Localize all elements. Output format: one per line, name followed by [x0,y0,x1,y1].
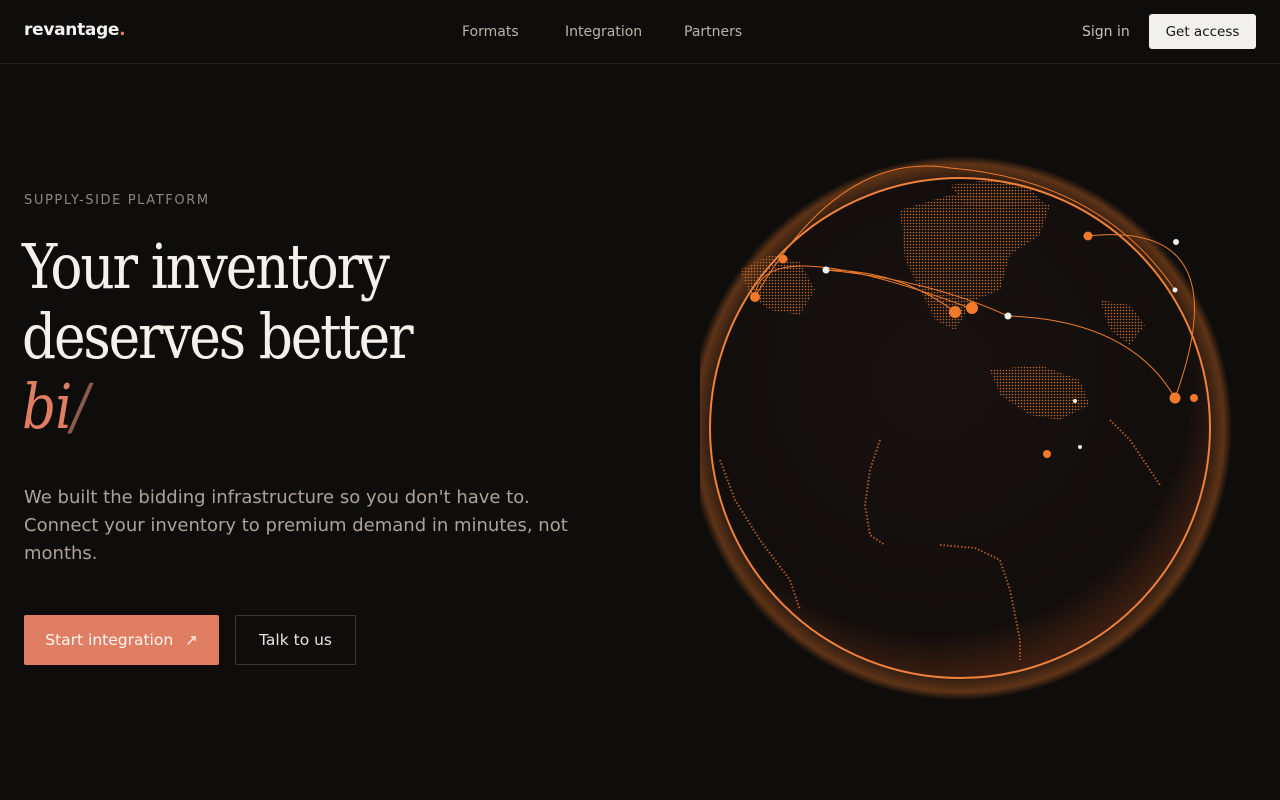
headline-line-2: deserves better [22,300,414,373]
arrow-up-right-icon: ↗ [185,631,198,649]
node-orange [966,302,978,314]
nav-link-partners[interactable]: Partners [684,24,742,40]
typing-caret: / [71,370,89,443]
start-integration-button[interactable]: Start integration ↗ [24,615,219,665]
node-orange [1169,392,1181,404]
headline-line-3: bi/ [22,372,411,442]
brand-logo[interactable]: revantage. [24,20,126,40]
typed-word: bi [22,370,72,443]
node-white [1172,287,1178,293]
node-orange [1043,450,1051,458]
sign-in-link[interactable]: Sign in [1082,24,1130,40]
node-orange [778,254,788,264]
node-orange [1083,231,1093,241]
brand-name: revantage [24,20,120,40]
globe-illustration [700,156,1232,700]
node-white [1078,445,1082,449]
node-white [1173,239,1179,245]
hero-headline: Your inventory deserves better bi/ [22,230,414,442]
node-orange [750,292,760,302]
talk-to-us-button[interactable]: Talk to us [235,615,356,665]
brand-dot: . [119,20,126,40]
nav-link-formats[interactable]: Formats [462,24,519,40]
node-orange [1190,394,1198,402]
get-access-button[interactable]: Get access [1149,14,1256,49]
start-integration-label: Start integration [45,631,174,649]
node-white [1073,399,1077,403]
node-white [822,266,830,274]
nav-link-integration[interactable]: Integration [565,24,642,40]
node-white [1004,312,1012,320]
headline-line-1: Your inventory [22,230,390,303]
page: revantage. Formats Integration Partners … [0,0,1280,800]
hero-subtext: We built the bidding infrastructure so y… [24,487,568,564]
hero-eyebrow: SUPPLY-SIDE PLATFORM [24,193,210,208]
node-orange [949,306,961,318]
top-nav: revantage. Formats Integration Partners … [0,0,1280,64]
